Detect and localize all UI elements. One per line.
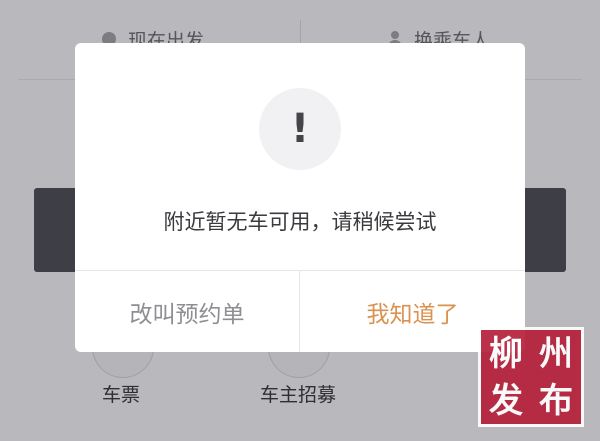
exclamation-icon: ! (259, 88, 341, 170)
liuzhou-release-watermark: 柳 州 发 布 (478, 327, 584, 427)
ticket-label[interactable]: 车票 (102, 380, 140, 407)
dialog-message: 附近暂无车可用，请稍候尝试 (163, 210, 437, 234)
watermark-char: 发 (489, 380, 523, 421)
watermark-char: 布 (539, 380, 573, 421)
watermark-char: 柳 (489, 333, 523, 374)
exclamation-glyph: ! (290, 106, 310, 152)
alert-dialog: ! 附近暂无车可用，请稍候尝试 改叫预约单 我知道了 (75, 43, 525, 352)
watermark-char: 州 (539, 333, 573, 374)
driver-recruit-label[interactable]: 车主招募 (260, 380, 336, 407)
switch-to-reservation-button[interactable]: 改叫预约单 (75, 271, 299, 352)
